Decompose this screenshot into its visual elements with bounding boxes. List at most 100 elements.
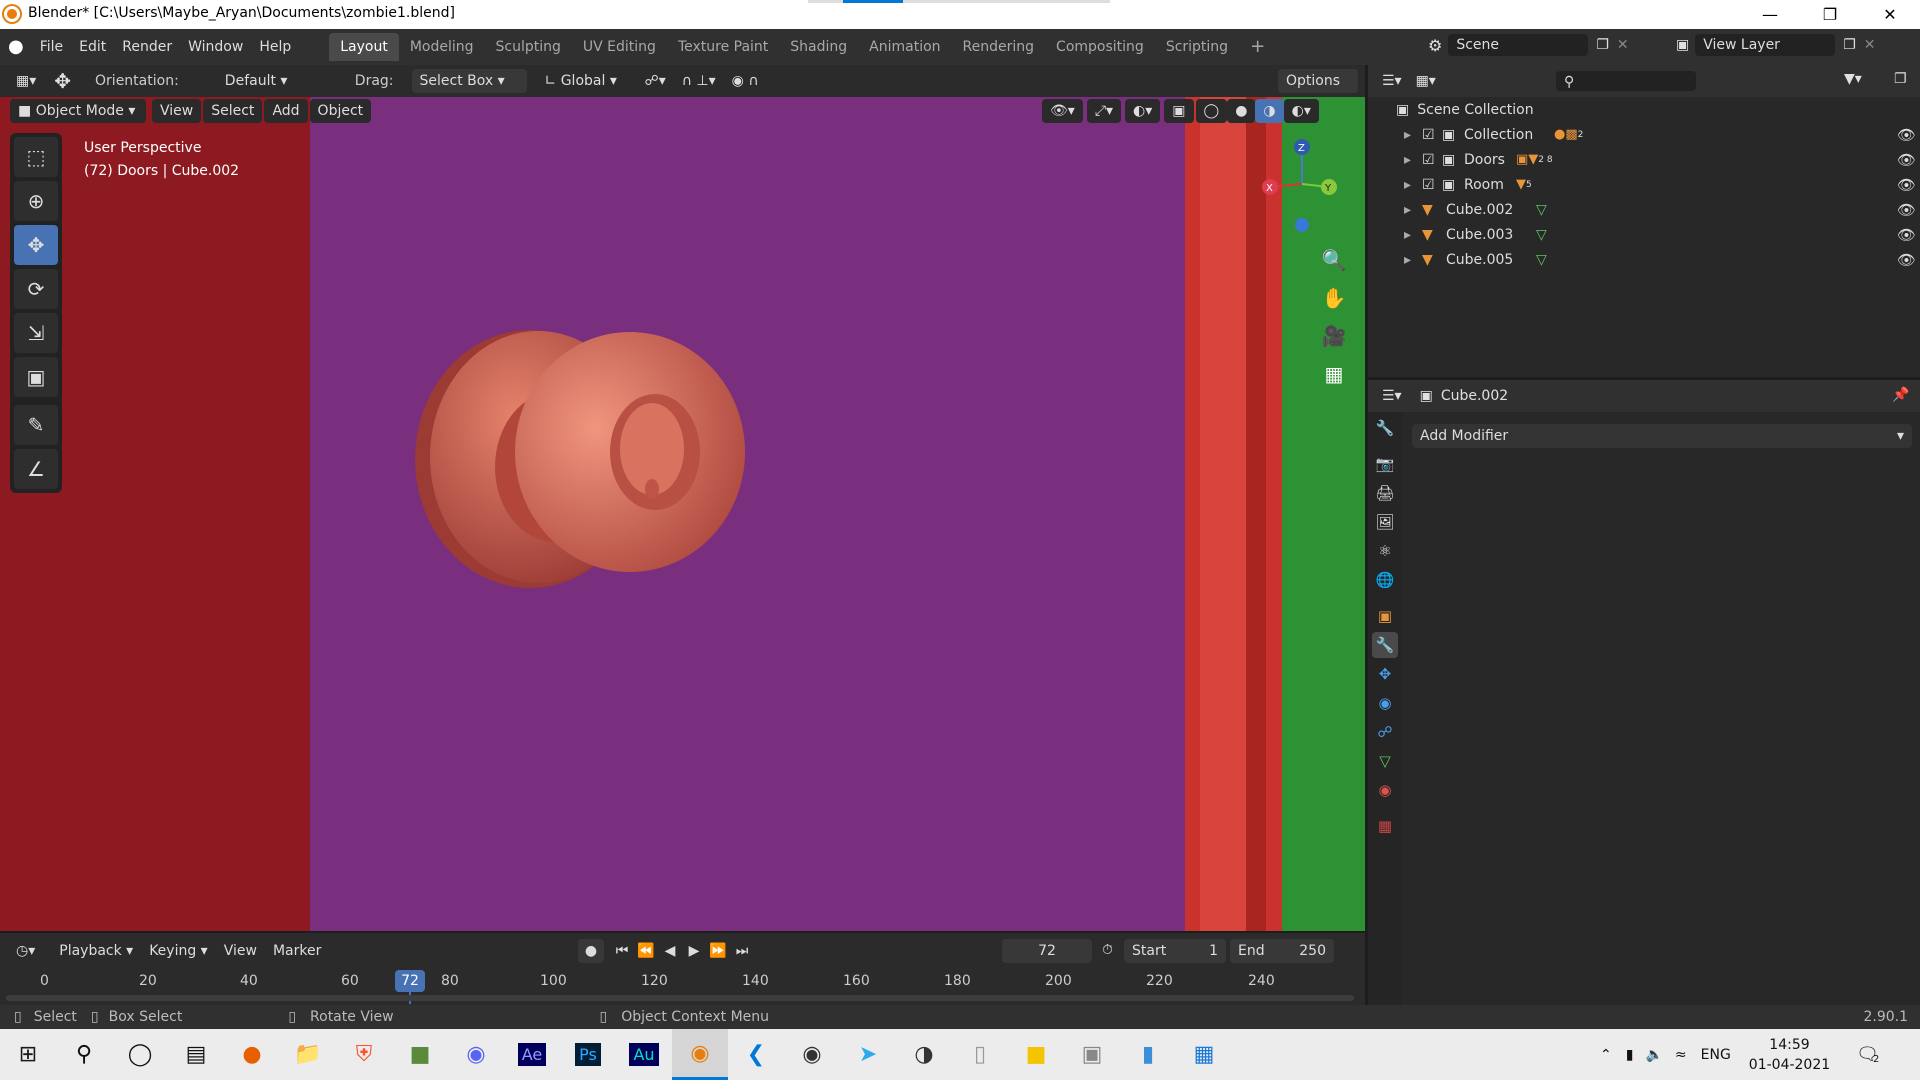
- app-notes-icon[interactable]: ▮: [1120, 1029, 1176, 1080]
- tray-chevron-icon[interactable]: ⌃: [1600, 1047, 1612, 1063]
- output-tab-icon[interactable]: 🖨: [1372, 480, 1398, 506]
- options-dropdown[interactable]: Options ▾: [1278, 69, 1358, 113]
- pin-icon[interactable]: 📌: [1892, 387, 1909, 403]
- photoshop-icon[interactable]: Ps: [560, 1029, 616, 1080]
- playback-dropdown[interactable]: Playback ▾: [51, 939, 141, 963]
- add-modifier-dropdown[interactable]: Add Modifier ▾: [1412, 424, 1912, 448]
- tab-compositing[interactable]: Compositing: [1045, 33, 1155, 61]
- volume-icon[interactable]: 🔈: [1645, 1047, 1662, 1063]
- keying-dropdown[interactable]: Keying ▾: [141, 939, 216, 963]
- overlay-toggle-icon[interactable]: ◐▾: [1125, 99, 1161, 123]
- timeline-editor-icon[interactable]: ◷▾: [8, 939, 43, 963]
- eye-icon[interactable]: 👁: [1897, 201, 1916, 219]
- outliner-search-input[interactable]: ⚲: [1556, 71, 1696, 91]
- expand-arrow-icon[interactable]: ▸: [1404, 252, 1422, 268]
- checkbox-icon[interactable]: ☑: [1422, 177, 1442, 193]
- orientation-dropdown[interactable]: Default ▾: [217, 69, 337, 93]
- outliner-row-cube002[interactable]: ▸ ▼ Cube.002 ▽ 👁: [1404, 197, 1916, 222]
- properties-editor-icon[interactable]: ☰▾: [1382, 388, 1402, 404]
- timeline-marker-menu[interactable]: Marker: [265, 939, 329, 963]
- eye-icon[interactable]: 👁: [1897, 251, 1916, 269]
- outliner-editor-icon[interactable]: ☰▾: [1382, 73, 1402, 89]
- scene-icon[interactable]: ⚙: [1428, 36, 1442, 55]
- eye-icon[interactable]: 👁: [1897, 176, 1916, 194]
- new-view-layer-icon[interactable]: ❐: [1843, 37, 1856, 53]
- proportional-edit-icon[interactable]: ◉ ∩: [724, 69, 767, 93]
- transform-tool-icon[interactable]: ▣: [14, 357, 58, 397]
- current-frame-field[interactable]: 72: [1002, 939, 1092, 963]
- tab-uv-editing[interactable]: UV Editing: [572, 33, 667, 61]
- outliner-row-cube003[interactable]: ▸ ▼ Cube.003 ▽ 👁: [1404, 222, 1916, 247]
- constraints-tab-icon[interactable]: ☍: [1372, 719, 1398, 745]
- search-icon[interactable]: ⚲: [56, 1029, 112, 1080]
- obs-icon[interactable]: ◑: [896, 1029, 952, 1080]
- playhead[interactable]: 72: [395, 970, 425, 992]
- outliner-row-collection[interactable]: ▸ ☑ ▣ Collection ●▩ 2 👁: [1404, 122, 1916, 147]
- cinema4d-icon[interactable]: ◉: [784, 1029, 840, 1080]
- task-view-icon[interactable]: ▤: [168, 1029, 224, 1080]
- mode-dropdown[interactable]: ■ Object Mode ▾: [10, 99, 146, 123]
- outliner-row-doors[interactable]: ▸ ☑ ▣ Doors ▣▼ 2 8 👁: [1404, 147, 1916, 172]
- minimize-icon[interactable]: —: [1740, 0, 1800, 29]
- physics-tab-icon[interactable]: ◉: [1372, 690, 1398, 716]
- delete-view-layer-icon[interactable]: ✕: [1864, 37, 1876, 53]
- tab-layout[interactable]: Layout: [329, 33, 399, 61]
- drag-dropdown[interactable]: Select Box ▾: [411, 69, 527, 93]
- tab-sculpting[interactable]: Sculpting: [485, 33, 572, 61]
- play-icon[interactable]: ▶: [682, 939, 706, 963]
- expand-arrow-icon[interactable]: ▸: [1404, 202, 1422, 218]
- new-collection-icon[interactable]: ❐: [1894, 71, 1907, 87]
- editor-type-icon[interactable]: ▦▾: [8, 69, 44, 93]
- tab-scripting[interactable]: Scripting: [1155, 33, 1239, 61]
- cortana-icon[interactable]: ◯: [112, 1029, 168, 1080]
- jump-start-icon[interactable]: ⏮: [610, 939, 634, 963]
- outliner-row-cube005[interactable]: ▸ ▼ Cube.005 ▽ 👁: [1404, 247, 1916, 272]
- 3d-viewport[interactable]: ■ Object Mode ▾ View Select Add Object 👁…: [0, 97, 1365, 931]
- jump-end-icon[interactable]: ⏭: [730, 939, 754, 963]
- timeline-view-menu[interactable]: View: [216, 939, 265, 963]
- discord-icon[interactable]: ◉: [448, 1029, 504, 1080]
- camera-view-icon[interactable]: 🎥: [1318, 317, 1350, 355]
- new-scene-icon[interactable]: ❐: [1596, 37, 1609, 53]
- select-box-tool-icon[interactable]: ⬚: [14, 137, 58, 177]
- tab-rendering[interactable]: Rendering: [952, 33, 1046, 61]
- data-tab-icon[interactable]: ▽: [1372, 748, 1398, 774]
- shading-solid-icon[interactable]: ●: [1227, 99, 1256, 123]
- app-window-icon[interactable]: ▣: [1064, 1029, 1120, 1080]
- tab-animation[interactable]: Animation: [858, 33, 951, 61]
- zoom-icon[interactable]: 🔍: [1318, 241, 1350, 279]
- measure-tool-icon[interactable]: ∠: [14, 449, 58, 489]
- windows-start-icon[interactable]: ⊞: [0, 1029, 56, 1080]
- door-knob[interactable]: [390, 327, 760, 607]
- navigation-gizmo[interactable]: Z X Y: [1255, 135, 1345, 235]
- outliner-scene-collection[interactable]: ▣ Scene Collection: [1396, 97, 1916, 122]
- display-mode-icon[interactable]: ▦▾: [1416, 73, 1436, 89]
- pivot-icon[interactable]: ☍▾: [637, 69, 674, 93]
- mouse-app-icon[interactable]: ▯: [952, 1029, 1008, 1080]
- start-frame-field[interactable]: Start 1: [1124, 939, 1226, 963]
- rotate-tool-icon[interactable]: ⟳: [14, 269, 58, 309]
- particles-tab-icon[interactable]: ✥: [1372, 661, 1398, 687]
- menu-window[interactable]: Window: [180, 34, 251, 60]
- scene-tab-icon[interactable]: ⚛: [1372, 538, 1398, 564]
- scale-tool-icon[interactable]: ⇲: [14, 313, 58, 353]
- expand-arrow-icon[interactable]: ▸: [1404, 227, 1422, 243]
- telegram-icon[interactable]: ➤: [840, 1029, 896, 1080]
- delete-scene-icon[interactable]: ✕: [1617, 37, 1629, 53]
- material-tab-icon[interactable]: ◉: [1372, 777, 1398, 803]
- eye-icon[interactable]: 👁: [1897, 126, 1916, 144]
- blender-menu-icon[interactable]: ●: [0, 34, 32, 60]
- menu-render[interactable]: Render: [114, 34, 180, 60]
- checkbox-icon[interactable]: ☑: [1422, 152, 1442, 168]
- menu-edit[interactable]: Edit: [71, 34, 114, 60]
- blender-taskbar-icon[interactable]: ◉: [672, 1029, 728, 1080]
- clock[interactable]: 14:59 01-04-2021: [1749, 1035, 1830, 1075]
- tab-modeling[interactable]: Modeling: [399, 33, 485, 61]
- outliner-row-room[interactable]: ▸ ☑ ▣ Room ▼ 5 👁: [1404, 172, 1916, 197]
- wifi-icon[interactable]: ≈: [1675, 1047, 1687, 1063]
- checkbox-icon[interactable]: ☑: [1422, 127, 1442, 143]
- annotate-tool-icon[interactable]: ✎: [14, 405, 58, 445]
- world-tab-icon[interactable]: 🌐: [1372, 567, 1398, 593]
- menu-object[interactable]: Object: [309, 99, 372, 123]
- gizmo-toggle-icon[interactable]: ⤢▾: [1086, 99, 1122, 123]
